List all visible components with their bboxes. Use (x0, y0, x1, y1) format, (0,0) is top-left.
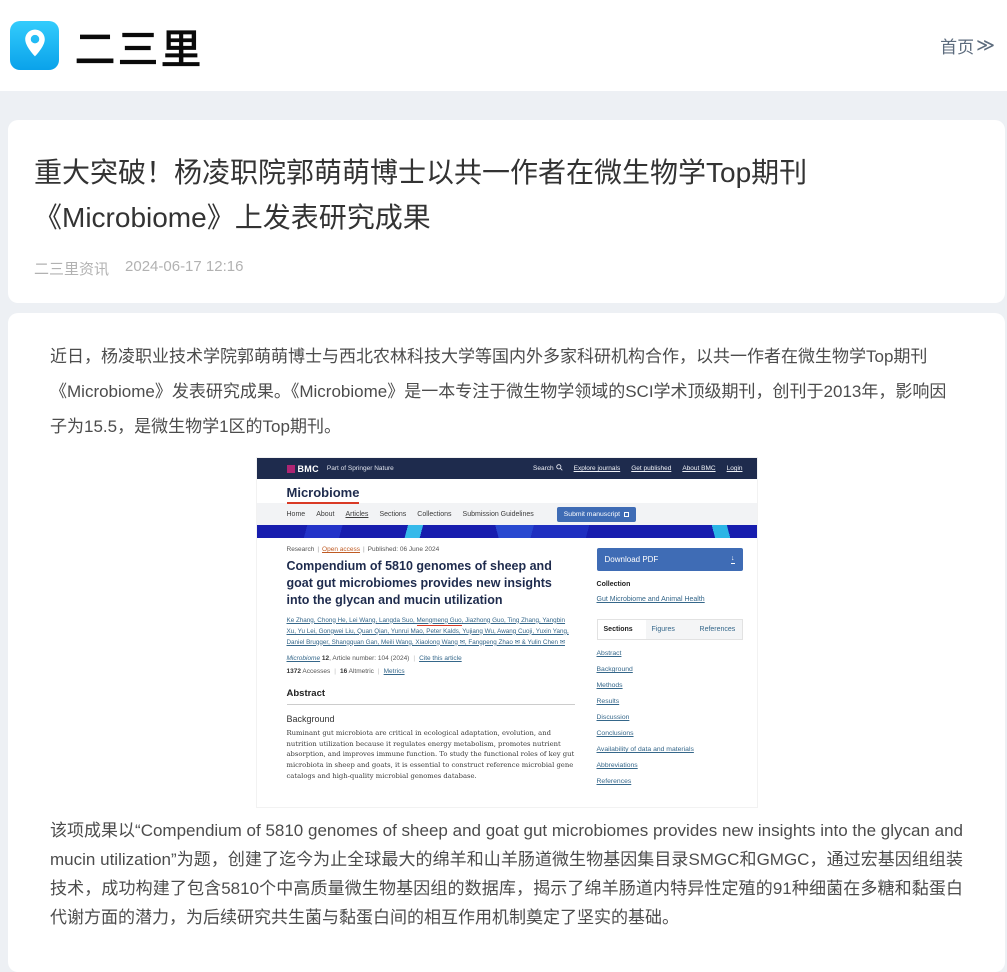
sidebar-tabs: Sections Figures References (597, 619, 743, 640)
bmc-logo-text[interactable]: BMC (298, 464, 319, 474)
collection-link[interactable]: Gut Microbiome and Animal Health (597, 596, 705, 603)
article-timestamp: 2024-06-17 12:16 (125, 258, 243, 279)
section-link-discussion[interactable]: Discussion (597, 714, 743, 721)
bmc-sidebar: Download PDF ↓ Collection Gut Microbiome… (597, 546, 743, 785)
tab-references[interactable]: References (694, 620, 742, 639)
section-link-availability[interactable]: Availability of data and materials (597, 746, 743, 753)
bmc-nav-submission-guidelines[interactable]: Submission Guidelines (463, 511, 534, 518)
article-paragraph-1: 近日，杨凌职业技术学院郭萌萌博士与西北农林科技大学等国内外多家科研机构合作，以共… (50, 339, 963, 444)
metrics-link[interactable]: Metrics (384, 668, 405, 675)
sidebar-section-links: Abstract Background Methods Results Disc… (597, 650, 743, 785)
bmc-citation-info: , Article number: 104 (2024) (329, 655, 409, 662)
article-paragraph-2: 该项成果以“Compendium of 5810 genomes of shee… (50, 816, 963, 932)
divider: | (363, 546, 365, 553)
bmc-metrics-line: 1372 Accesses | 16 Altmetric | Metrics (287, 668, 575, 675)
bmc-article-area: Research|Open access|Published: 06 June … (257, 538, 757, 807)
bmc-paper-title: Compendium of 5810 genomes of sheep and … (287, 558, 575, 609)
bmc-journal-screenshot: BMC Part of Springer Nature Search Explo… (257, 458, 757, 807)
cite-this-article-link[interactable]: Cite this article (419, 655, 462, 662)
download-pdf-label: Download PDF (605, 555, 659, 564)
section-link-conclusions[interactable]: Conclusions (597, 730, 743, 737)
bmc-top-bar: BMC Part of Springer Nature Search Explo… (257, 458, 757, 479)
bmc-logo-icon (287, 465, 295, 473)
bmc-nav-bar: Home About Articles Sections Collections… (257, 503, 757, 525)
accesses-label: Accesses (302, 668, 330, 675)
bmc-authors-list[interactable]: Ke Zhang, Chong He, Lei Wang, Langda Suo… (287, 615, 575, 648)
location-pin-icon (18, 26, 52, 65)
divider: | (334, 668, 336, 675)
bmc-search-button[interactable]: Search (533, 464, 563, 473)
search-icon (556, 464, 563, 473)
bmc-journal-row: Microbiome (257, 479, 757, 503)
download-pdf-button[interactable]: Download PDF ↓ (597, 548, 743, 571)
bmc-search-label: Search (533, 465, 554, 472)
bmc-nav-articles[interactable]: Articles (345, 511, 368, 518)
bmc-banner-graphic (257, 525, 757, 538)
external-link-icon (624, 512, 629, 517)
article-title-card: 重大突破！杨凌职院郭萌萌博士以共一作者在微生物学Top期刊《Microbiome… (8, 120, 1005, 303)
bmc-journal-name[interactable]: Microbiome (287, 485, 360, 504)
bmc-nav-about[interactable]: About (316, 511, 334, 518)
background-heading: Background (287, 714, 575, 724)
bmc-published-date: Published: 06 June 2024 (368, 546, 440, 553)
altmetric-count: 16 (340, 668, 347, 675)
site-header: 二三里 首页 ≫ (0, 0, 1007, 91)
brand-title: 二三里 (75, 17, 204, 75)
collection-label: Collection (597, 581, 743, 588)
bmc-link-explore-journals[interactable]: Explore journals (574, 465, 621, 472)
author-mengmeng-guo-highlighted[interactable]: Mengmeng Guo (417, 617, 462, 626)
section-link-abstract[interactable]: Abstract (597, 650, 743, 657)
chevron-right-icon: ≫ (976, 35, 995, 56)
bmc-nav-home[interactable]: Home (287, 511, 306, 518)
divider: | (413, 655, 415, 662)
article-body-card: 近日，杨凌职业技术学院郭萌萌博士与西北农林科技大学等国内外多家科研机构合作，以共… (8, 313, 1005, 972)
section-link-methods[interactable]: Methods (597, 682, 743, 689)
home-link[interactable]: 首页 ≫ (940, 33, 995, 58)
divider: | (317, 546, 319, 553)
bmc-link-get-published[interactable]: Get published (631, 465, 671, 472)
bmc-meta-line: Research|Open access|Published: 06 June … (287, 546, 575, 553)
bmc-nav-sections[interactable]: Sections (379, 511, 406, 518)
background-paragraph: Ruminant gut microbiota are critical in … (287, 728, 575, 782)
bmc-article-type: Research (287, 546, 315, 553)
abstract-heading: Abstract (287, 688, 575, 705)
bmc-main-column: Research|Open access|Published: 06 June … (287, 546, 575, 785)
article-source: 二三里资讯 (34, 258, 109, 279)
accesses-count: 1372 (287, 668, 301, 675)
authors-segment[interactable]: Ke Zhang, Chong He, Lei Wang, Langda Suo… (287, 617, 417, 624)
bmc-top-links: Search Explore journals Get published Ab… (533, 464, 743, 473)
bmc-nav-collections[interactable]: Collections (417, 511, 451, 518)
article-byline: 二三里资讯 2024-06-17 12:16 (34, 258, 973, 279)
bmc-citation-line: Microbiome 12, Article number: 104 (2024… (287, 655, 575, 662)
section-link-abbreviations[interactable]: Abbreviations (597, 762, 743, 769)
section-link-background[interactable]: Background (597, 666, 743, 673)
open-access-link[interactable]: Open access (322, 546, 360, 553)
download-icon: ↓ (731, 555, 735, 564)
section-link-references[interactable]: References (597, 778, 743, 785)
bmc-link-about-bmc[interactable]: About BMC (682, 465, 715, 472)
divider: | (378, 668, 380, 675)
submit-manuscript-label: Submit manuscript (564, 511, 620, 518)
submit-manuscript-button[interactable]: Submit manuscript (557, 507, 636, 522)
article-title: 重大突破！杨凌职院郭萌萌博士以共一作者在微生物学Top期刊《Microbiome… (34, 150, 973, 240)
tab-figures[interactable]: Figures (646, 620, 694, 639)
home-link-label: 首页 (940, 33, 974, 58)
site-logo[interactable] (10, 21, 59, 70)
bmc-link-login[interactable]: Login (727, 465, 743, 472)
section-link-results[interactable]: Results (597, 698, 743, 705)
tab-sections[interactable]: Sections (598, 620, 646, 639)
bmc-tagline: Part of Springer Nature (327, 465, 394, 472)
altmetric-label: Altmetric (349, 668, 374, 675)
bmc-citation-journal-link[interactable]: Microbiome (287, 655, 321, 662)
